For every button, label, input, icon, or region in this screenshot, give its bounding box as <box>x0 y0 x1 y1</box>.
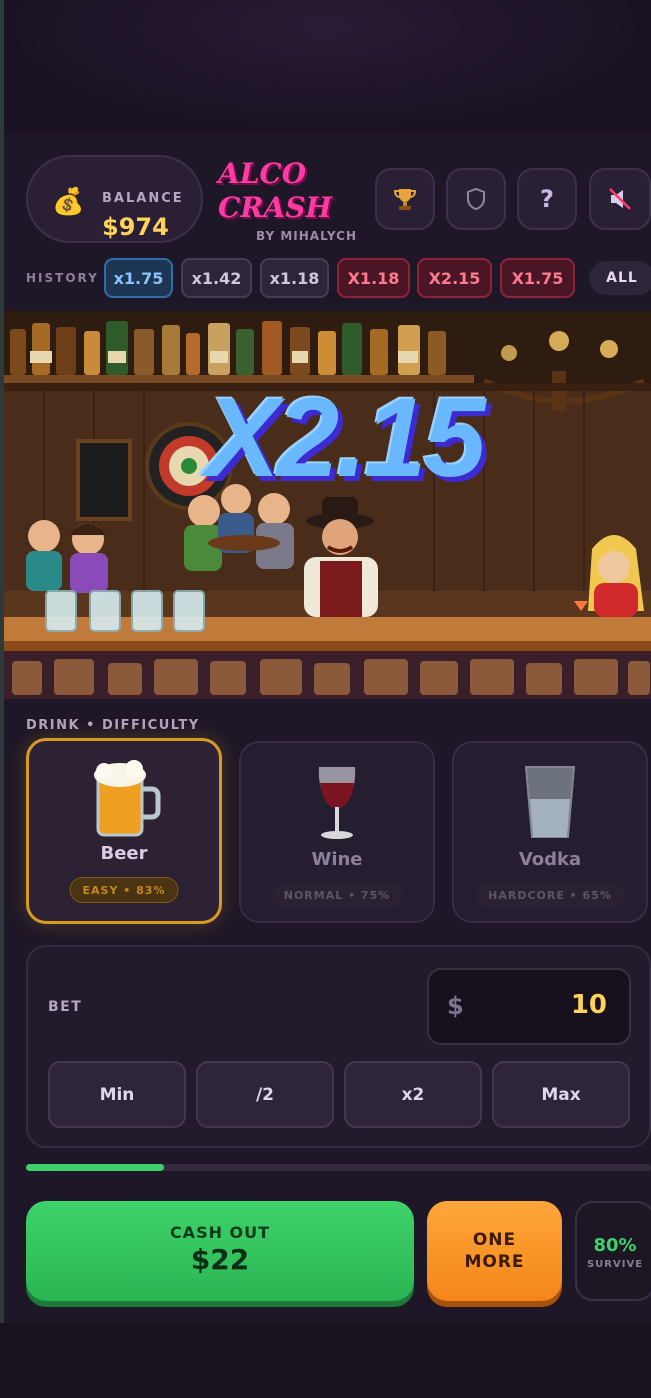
history-chip[interactable]: x1.75 <box>104 258 173 298</box>
beer-mug-icon <box>94 760 161 837</box>
top-background <box>0 0 651 133</box>
logo-line-2: CRASH <box>218 191 332 224</box>
game-app: 💰 BALANCE $974 ALCO CRASH BY MIHALYCH ? … <box>4 133 651 1323</box>
drink-name: Wine <box>311 849 363 870</box>
one-more-label-2: MORE <box>464 1252 525 1272</box>
wine-glass-icon <box>318 767 356 839</box>
leaderboard-button[interactable] <box>375 168 435 230</box>
history-chip[interactable]: X2.15 <box>417 258 492 298</box>
difficulty-badge: NORMAL • 75% <box>271 882 403 908</box>
drink-card-beer[interactable]: Beer EASY • 83% <box>26 738 222 924</box>
one-more-label-1: ONE <box>472 1230 517 1250</box>
survive-chance: 80% SURVIVE <box>575 1201 651 1301</box>
difficulty-badge: HARDCORE • 65% <box>476 882 624 908</box>
survive-label: SURVIVE <box>586 1259 644 1270</box>
bet-max-button[interactable]: Max <box>492 1061 630 1128</box>
history-chip[interactable]: X1.75 <box>500 258 575 298</box>
bottle-shelf <box>10 321 446 375</box>
difficulty-badge: EASY • 83% <box>69 877 179 903</box>
drink-difficulty-label: DRINK • DIFFICULTY <box>26 718 200 733</box>
one-more-button[interactable]: ONE MORE <box>427 1201 562 1301</box>
shield-icon <box>467 187 485 211</box>
drink-card-wine[interactable]: Wine NORMAL • 75% <box>239 741 435 923</box>
logo-line-1: ALCO <box>218 157 307 190</box>
bet-label: BET <box>48 999 83 1015</box>
balance-label: BALANCE <box>102 191 184 206</box>
drink-card-vodka[interactable]: Vodka HARDCORE • 65% <box>452 741 648 923</box>
bar-scene: X2.15 <box>4 311 651 699</box>
bet-min-button[interactable]: Min <box>48 1061 186 1128</box>
history-chip[interactable]: x1.18 <box>260 258 329 298</box>
survive-percent: 80% <box>593 1235 637 1256</box>
history-all-button[interactable]: ALL <box>589 261 651 295</box>
bet-amount-value: 10 <box>570 990 607 1020</box>
drink-name: Beer <box>100 843 148 864</box>
fairness-button[interactable] <box>446 168 506 230</box>
sound-toggle-button[interactable] <box>589 168 651 230</box>
drink-name: Vodka <box>518 849 582 870</box>
mute-icon <box>609 188 631 210</box>
cash-out-button[interactable]: CASH OUT $22 <box>26 1201 414 1301</box>
balance-pill: 💰 BALANCE $974 <box>26 155 203 243</box>
bar-illustration <box>4 311 651 699</box>
bet-amount-input[interactable]: $ 10 <box>427 968 631 1045</box>
currency-symbol: $ <box>447 992 464 1020</box>
round-progress-fill <box>26 1164 164 1171</box>
vodka-glass-icon <box>524 766 576 838</box>
balance-value: $974 <box>102 213 169 241</box>
round-progress-bar <box>26 1164 651 1171</box>
money-bag-icon: 💰 <box>52 187 85 217</box>
help-icon: ? <box>540 185 554 213</box>
bet-panel: BET $ 10 Min /2 x2 Max <box>26 945 651 1148</box>
history-chip[interactable]: X1.18 <box>337 258 410 298</box>
history-chip[interactable]: x1.42 <box>181 258 252 298</box>
help-button[interactable]: ? <box>517 168 577 230</box>
cash-out-label: CASH OUT <box>169 1223 271 1242</box>
cash-out-value: $22 <box>190 1243 250 1276</box>
bottom-background <box>0 1323 651 1398</box>
bet-double-button[interactable]: x2 <box>344 1061 482 1128</box>
logo-author: BY MIHALYCH <box>256 229 357 243</box>
game-logo: ALCO CRASH BY MIHALYCH <box>218 155 368 245</box>
history-label: HISTORY <box>26 271 99 285</box>
bet-half-button[interactable]: /2 <box>196 1061 334 1128</box>
trophy-icon <box>393 189 417 210</box>
current-multiplier: X2.15 <box>205 375 486 500</box>
